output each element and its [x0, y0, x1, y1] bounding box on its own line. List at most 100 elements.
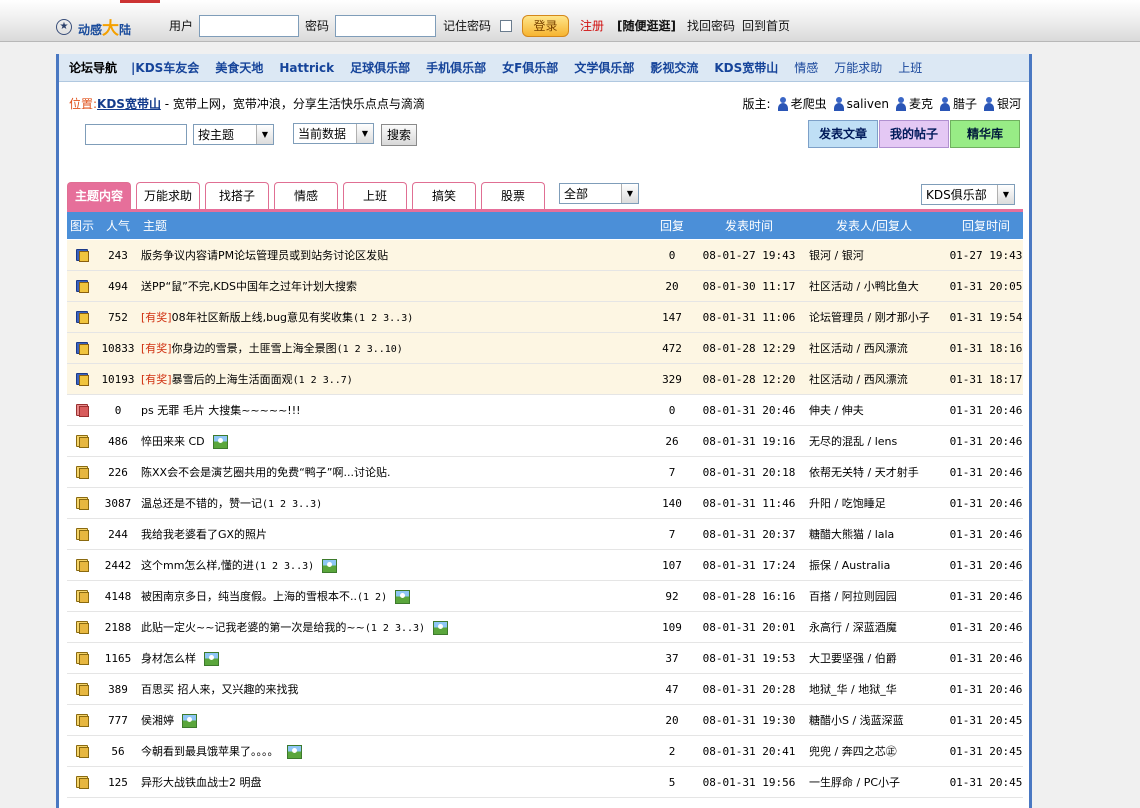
table-row[interactable]: 2188 此贴一定火~~记我老婆的第一次是给我的~~(1 2 3..3) 109 08… — [67, 612, 1023, 643]
author-link[interactable]: 升阳 / 吃饱睡足 — [799, 495, 949, 511]
tab-help[interactable]: 万能求助 — [136, 182, 200, 209]
table-row[interactable]: 243 版务争议内容请PM论坛管理员或到站务讨论区发贴 0 08-01-27 19:4… — [67, 240, 1023, 271]
nav-item-literature[interactable]: 文学俱乐部 — [574, 59, 634, 76]
header-reply-time[interactable]: 回复时间 — [949, 217, 1023, 234]
author-link[interactable]: 地狱_华 / 地狱_华 — [799, 681, 949, 697]
topic-title-link[interactable]: 百思买 招人来，又兴趣的来找我 — [141, 683, 299, 696]
nav-item-mobile[interactable]: 手机俱乐部 — [426, 59, 486, 76]
tab-funny[interactable]: 搞笑 — [412, 182, 476, 209]
table-row[interactable]: 1165 身材怎么样 37 08-01-31 19:53 大卫要坚强 / 伯爵 01-31… — [67, 643, 1023, 674]
password-input[interactable] — [335, 15, 436, 37]
header-popularity[interactable]: 人气 — [97, 217, 139, 234]
board-jump-select[interactable]: KDS俱乐部 ▼ — [921, 184, 1015, 205]
table-row[interactable]: 752 [有奖]08年社区新版上线,bug意见有奖收集(1 2 3..3) 147 0… — [67, 302, 1023, 333]
table-row[interactable]: 56 今朝看到最具饿苹果了。。。。 2 08-01-31 20:41 兜兜 / 奔四之芯… — [67, 736, 1023, 767]
topic-title-link[interactable]: 今朝看到最具饿苹果了。。。。 — [141, 745, 279, 758]
nav-item-work[interactable]: 上班 — [898, 59, 922, 76]
page-links[interactable]: (1 2) — [357, 592, 387, 603]
table-row[interactable]: 10193 [有奖]暴雪后的上海生活面面观(1 2 3..7) 329 08-01-2… — [67, 364, 1023, 395]
author-link[interactable]: 糖醋小S / 浅蓝深蓝 — [799, 712, 949, 728]
header-title[interactable]: 主题 — [139, 217, 645, 234]
topic-title-link[interactable]: 温总还是不错的，赞一记 — [141, 497, 262, 510]
author-link[interactable]: 社区活动 / 小鸭比鱼大 — [799, 278, 949, 294]
page-links[interactable]: (1 2 3..10) — [337, 344, 403, 355]
nav-item-hattrick[interactable]: Hattrick — [279, 61, 334, 75]
author-link[interactable]: 兜兜 / 奔四之芯㊣ — [799, 743, 949, 759]
author-link[interactable]: 银河 / 银河 — [799, 247, 949, 263]
page-links[interactable]: (1 2 3..3) — [254, 561, 314, 572]
author-link[interactable]: 永高行 / 深蓝酒魔 — [799, 619, 949, 635]
topic-title-link[interactable]: 你身边的雪景，土匪雪上海全景图 — [172, 342, 337, 355]
author-link[interactable]: 无尽的混乱 / lens — [799, 433, 949, 449]
topic-title-link[interactable]: 被困南京多日，纯当度假。上海的雪根本不.. — [141, 590, 357, 603]
table-row[interactable]: 0 ps 无罪 毛片 大搜集~~~~~!!! 0 08-01-31 20:46 伸夫 /… — [67, 395, 1023, 426]
author-link[interactable]: 社区活动 / 西风漂流 — [799, 340, 949, 356]
table-row[interactable]: 4148 被困南京多日，纯当度假。上海的雪根本不..(1 2) 92 08-01-28… — [67, 581, 1023, 612]
nav-item-women[interactable]: 女F俱乐部 — [502, 59, 558, 76]
topic-title-link[interactable]: 侯湘婷 — [141, 714, 174, 727]
author-link[interactable]: 糖醋大熊猫 / lala — [799, 526, 949, 542]
author-link[interactable]: 论坛管理员 / 刚才那小子 — [799, 309, 949, 325]
header-author[interactable]: 发表人/回复人 — [799, 217, 949, 234]
author-link[interactable]: 依帮无关特 / 天才射手 — [799, 464, 949, 480]
login-button[interactable]: 登录 — [522, 15, 569, 37]
table-row[interactable]: 125 异形大战铁血战士2 明盘 5 08-01-31 19:56 一生脬命 / PC小… — [67, 767, 1023, 798]
nav-item-football[interactable]: 足球俱乐部 — [350, 59, 410, 76]
author-link[interactable]: 百搭 / 阿拉则园园 — [799, 588, 949, 604]
tab-buddy[interactable]: 找搭子 — [205, 182, 269, 209]
author-link[interactable]: 伸夫 / 伸夫 — [799, 402, 949, 418]
topic-title-link[interactable]: 08年社区新版上线,bug意见有奖收集 — [172, 311, 353, 324]
table-row[interactable]: 3087 温总还是不错的，赞一记(1 2 3..3) 140 08-01-31 11:… — [67, 488, 1023, 519]
topic-title-link[interactable]: 暴雪后的上海生活面面观 — [172, 373, 293, 386]
table-row[interactable]: 226 陈XX会不会是演艺圈共用的免费“鸭子”啊...讨论贴. 7 08-01-31 … — [67, 457, 1023, 488]
table-row[interactable]: 389 百思买 招人来，又兴趣的来找我 47 08-01-31 20:28 地狱_华 /… — [67, 674, 1023, 705]
author-link[interactable]: 社区活动 / 西风漂流 — [799, 371, 949, 387]
header-replies[interactable]: 回复 — [645, 217, 699, 234]
topic-title-link[interactable]: 陈XX会不会是演艺圈共用的免费“鸭子”啊...讨论贴. — [141, 466, 390, 479]
topic-title-link[interactable]: 异形大战铁血战士2 明盘 — [141, 776, 262, 789]
author-link[interactable]: 振保 / Australia — [799, 557, 949, 573]
search-scope-select[interactable]: 当前数据 ▼ — [293, 123, 374, 144]
nav-item-help[interactable]: 万能求助 — [834, 59, 882, 76]
table-row[interactable]: 486 悴田来来 CD 26 08-01-31 19:16 无尽的混乱 / lens 01… — [67, 426, 1023, 457]
nav-item-kds-broadband[interactable]: KDS宽带山 — [714, 59, 778, 76]
topic-title-link[interactable]: 我给我老婆看了GX的照片 — [141, 528, 267, 541]
home-link[interactable]: 回到首页 — [742, 17, 790, 34]
register-link[interactable]: 注册 — [580, 17, 604, 34]
table-row[interactable]: 2442 这个mm怎么样,懂的进(1 2 3..3) 107 08-01-31 17:… — [67, 550, 1023, 581]
author-link[interactable]: 一生脬命 / PC小子 — [799, 774, 949, 790]
topic-title-link[interactable]: 悴田来来 CD — [141, 435, 205, 448]
board-name-link[interactable]: KDS宽带山 — [97, 97, 161, 111]
page-links[interactable]: (1 2 3..3) — [365, 623, 425, 634]
random-browse-link[interactable]: [随便逛逛] — [617, 17, 676, 34]
moderator-item[interactable]: 麦克 — [895, 95, 933, 112]
forgot-password-link[interactable]: 找回密码 — [687, 17, 735, 34]
category-filter-select[interactable]: 全部 ▼ — [559, 183, 639, 204]
new-post-button[interactable]: 发表文章 — [808, 120, 878, 148]
page-links[interactable]: (1 2 3..7) — [293, 375, 353, 386]
tab-work[interactable]: 上班 — [343, 182, 407, 209]
nav-item-kds-car[interactable]: |KDS车友会 — [131, 59, 199, 76]
table-row[interactable]: 494 送PP“鼠”不完,KDS中国年之过年计划大搜索 20 08-01-30 11:… — [67, 271, 1023, 302]
search-mode-select[interactable]: 按主题 ▼ — [193, 124, 274, 145]
moderator-item[interactable]: 腊子 — [939, 95, 977, 112]
search-input[interactable] — [85, 124, 187, 145]
page-links[interactable]: (1 2 3..3) — [353, 313, 413, 324]
topic-title-link[interactable]: 版务争议内容请PM论坛管理员或到站务讨论区发贴 — [141, 249, 388, 262]
page-links[interactable]: (1 2 3..3) — [262, 499, 322, 510]
nav-item-emotion[interactable]: 情感 — [794, 59, 818, 76]
my-posts-button[interactable]: 我的帖子 — [879, 120, 949, 148]
nav-item-movies[interactable]: 影视交流 — [650, 59, 698, 76]
table-row[interactable]: 244 我给我老婆看了GX的照片 7 08-01-31 20:37 糖醋大熊猫 / la… — [67, 519, 1023, 550]
header-post-time[interactable]: 发表时间 — [699, 217, 799, 234]
moderator-item[interactable]: saliven — [833, 96, 889, 111]
topic-title-link[interactable]: 这个mm怎么样,懂的进 — [141, 559, 254, 572]
digest-button[interactable]: 精华库 — [950, 120, 1020, 148]
topic-title-link[interactable]: 送PP“鼠”不完,KDS中国年之过年计划大搜索 — [141, 280, 357, 293]
tab-stocks[interactable]: 股票 — [481, 182, 545, 209]
site-logo[interactable]: ★ 动感大陆 — [56, 14, 131, 39]
table-row[interactable]: 10833 [有奖]你身边的雪景，土匪雪上海全景图(1 2 3..10) 472 08… — [67, 333, 1023, 364]
remember-checkbox[interactable] — [500, 20, 512, 32]
topic-title-link[interactable]: 身材怎么样 — [141, 652, 196, 665]
topic-title-link[interactable]: 此贴一定火~~记我老婆的第一次是给我的~~ — [141, 621, 365, 634]
